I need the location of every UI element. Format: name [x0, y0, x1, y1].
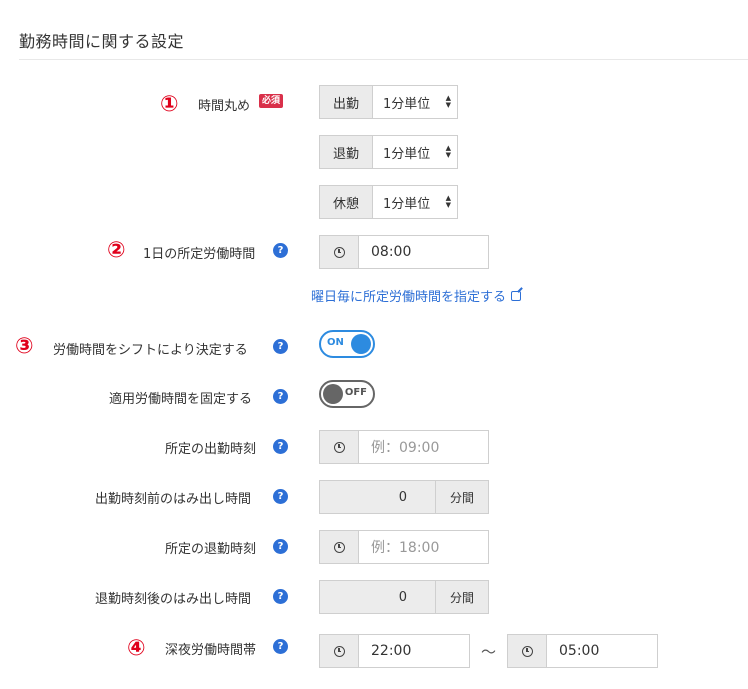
toggle-knob: [323, 384, 343, 404]
clock-icon: [333, 645, 345, 657]
start-time-label: 所定の出勤時刻: [165, 442, 257, 457]
clock-out-rounding-value: 1分単位: [383, 146, 431, 162]
select-arrows-icon: ▲ ▼: [445, 144, 451, 159]
end-time-label: 所定の退勤時刻: [165, 542, 257, 557]
clock-out-rounding-select[interactable]: 1分単位 ▲ ▼: [373, 135, 458, 169]
clock-addon: [319, 530, 359, 564]
help-icon[interactable]: ?: [273, 539, 288, 554]
annotation-3: ③: [15, 334, 34, 359]
break-rounding-select[interactable]: 1分単位 ▲ ▼: [373, 185, 458, 219]
help-icon[interactable]: ?: [273, 389, 288, 404]
clock-addon: [319, 634, 359, 668]
night-end-input[interactable]: 05:00: [547, 634, 658, 668]
shift-decide-toggle[interactable]: ON: [319, 330, 375, 358]
daily-hours-label: 1日の所定労働時間: [143, 247, 256, 262]
page-title: 勤務時間に関する設定: [19, 32, 185, 51]
break-rounding-value: 1分単位: [383, 196, 431, 212]
end-time-input[interactable]: 例：18:00: [359, 530, 489, 564]
edit-icon: [511, 290, 522, 301]
toggle-knob: [351, 334, 371, 354]
clock-icon: [333, 541, 345, 553]
divider: [19, 59, 748, 60]
rounding-label: 時間丸め: [198, 99, 251, 114]
annotation-4: ④: [127, 636, 146, 661]
clock-icon: [333, 441, 345, 453]
clock-addon: [319, 430, 359, 464]
help-icon[interactable]: ?: [273, 489, 288, 504]
range-separator: ～: [481, 643, 497, 661]
clock-in-addon: 出勤: [319, 85, 373, 119]
start-time-input[interactable]: 例：09:00: [359, 430, 489, 464]
select-arrows-icon: ▲ ▼: [445, 194, 451, 209]
clock-in-rounding-select[interactable]: 1分単位 ▲ ▼: [373, 85, 458, 119]
annotation-1: ①: [160, 92, 179, 117]
required-badge: 必須: [259, 94, 284, 108]
post-overflow-input[interactable]: 0: [319, 580, 436, 614]
weekday-hours-link[interactable]: 曜日毎に所定労働時間を指定する: [311, 286, 522, 305]
annotation-2: ②: [107, 238, 126, 263]
help-icon[interactable]: ?: [273, 243, 288, 258]
break-addon: 休憩: [319, 185, 373, 219]
help-icon[interactable]: ?: [273, 589, 288, 604]
clock-addon: [319, 235, 359, 269]
select-arrows-icon: ▲ ▼: [445, 94, 451, 109]
help-icon[interactable]: ?: [273, 339, 288, 354]
help-icon[interactable]: ?: [273, 639, 288, 654]
post-overflow-label: 退勤時刻後のはみ出し時間: [95, 592, 252, 607]
minutes-addon: 分間: [436, 480, 489, 514]
clock-in-rounding-value: 1分単位: [383, 96, 431, 112]
clock-icon: [333, 246, 345, 258]
clock-icon: [521, 645, 533, 657]
fixed-hours-toggle[interactable]: OFF: [319, 380, 375, 408]
minutes-addon: 分間: [436, 580, 489, 614]
night-hours-label: 深夜労働時間帯: [165, 643, 257, 658]
shift-decide-label: 労働時間をシフトにより決定する: [53, 343, 248, 358]
daily-hours-input[interactable]: 08:00: [359, 235, 489, 269]
clock-out-addon: 退勤: [319, 135, 373, 169]
pre-overflow-label: 出勤時刻前のはみ出し時間: [95, 492, 252, 507]
clock-addon: [507, 634, 547, 668]
pre-overflow-input[interactable]: 0: [319, 480, 436, 514]
help-icon[interactable]: ?: [273, 439, 288, 454]
night-start-input[interactable]: 22:00: [359, 634, 470, 668]
fixed-hours-label: 適用労働時間を固定する: [109, 392, 253, 407]
